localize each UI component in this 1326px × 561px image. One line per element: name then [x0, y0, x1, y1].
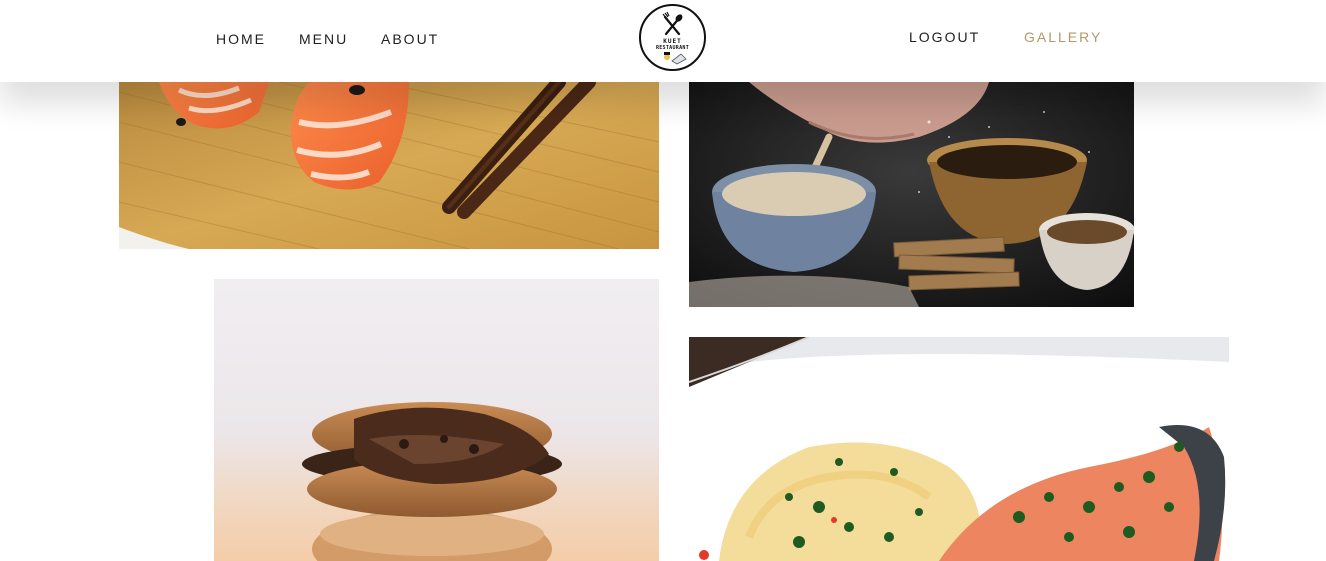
nav-menu-link[interactable]: MENU — [299, 31, 348, 47]
macaron-image[interactable] — [214, 279, 659, 561]
flour-bowls-image[interactable] — [689, 82, 1134, 307]
nav-gallery-link[interactable]: GALLERY — [1024, 29, 1102, 45]
nav-logout-link[interactable]: LOGOUT — [909, 29, 980, 45]
nav-about-link[interactable]: ABOUT — [381, 31, 439, 47]
site-header: HOME MENU ABOUT KUET RESTAURANT LOGOUT G… — [0, 0, 1326, 82]
salmon-sushi-image[interactable] — [119, 82, 659, 249]
grilled-fish-image[interactable] — [689, 337, 1229, 561]
restaurant-logo[interactable]: KUET RESTAURANT — [639, 4, 706, 71]
nav-home-link[interactable]: HOME — [216, 31, 266, 47]
logo-line2: RESTAURANT — [655, 45, 690, 51]
